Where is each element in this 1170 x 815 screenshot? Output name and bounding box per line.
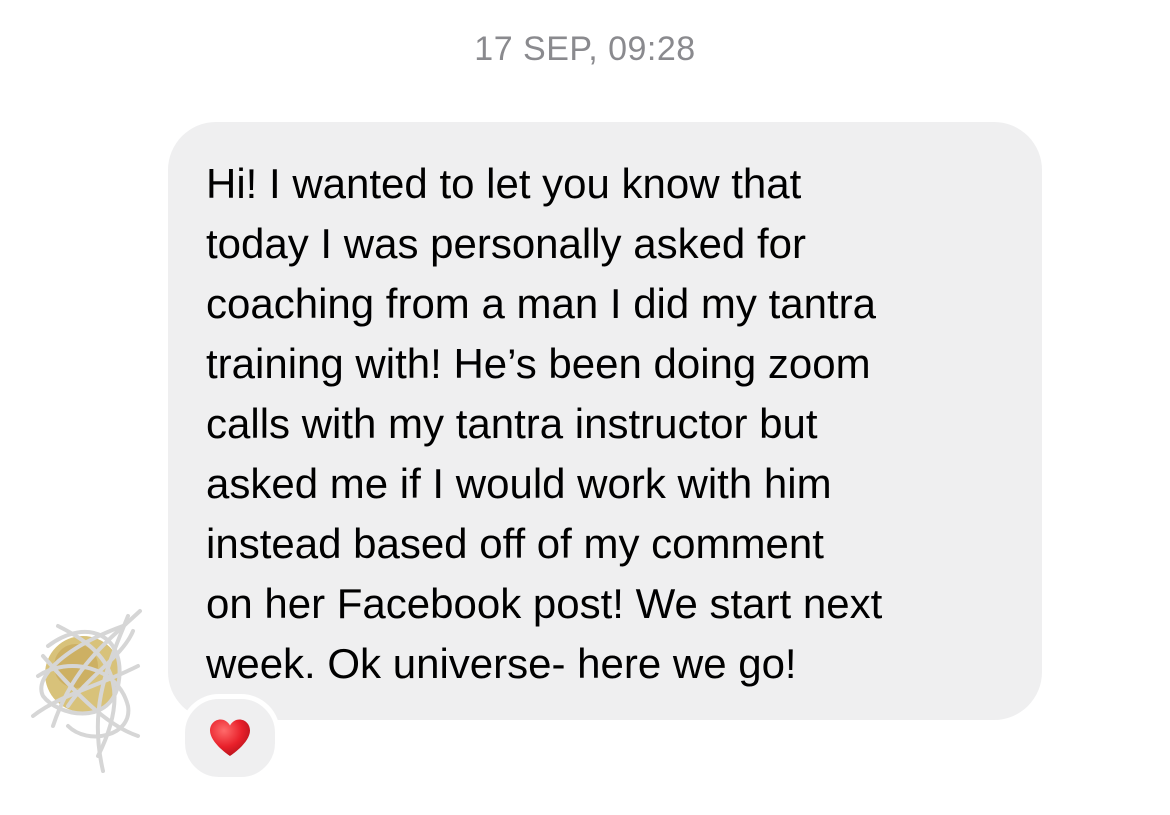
- red-heart-icon: [210, 719, 250, 756]
- message-timestamp: 17 SEP, 09:28: [474, 30, 696, 68]
- scribbled-out-avatar-icon: [31, 609, 142, 773]
- reaction-badge[interactable]: [180, 694, 280, 782]
- message-bubble[interactable]: Hi! I wanted to let you know that today …: [168, 122, 1042, 720]
- sender-avatar[interactable]: [28, 606, 143, 776]
- message-text: Hi! I wanted to let you know that today …: [206, 160, 883, 687]
